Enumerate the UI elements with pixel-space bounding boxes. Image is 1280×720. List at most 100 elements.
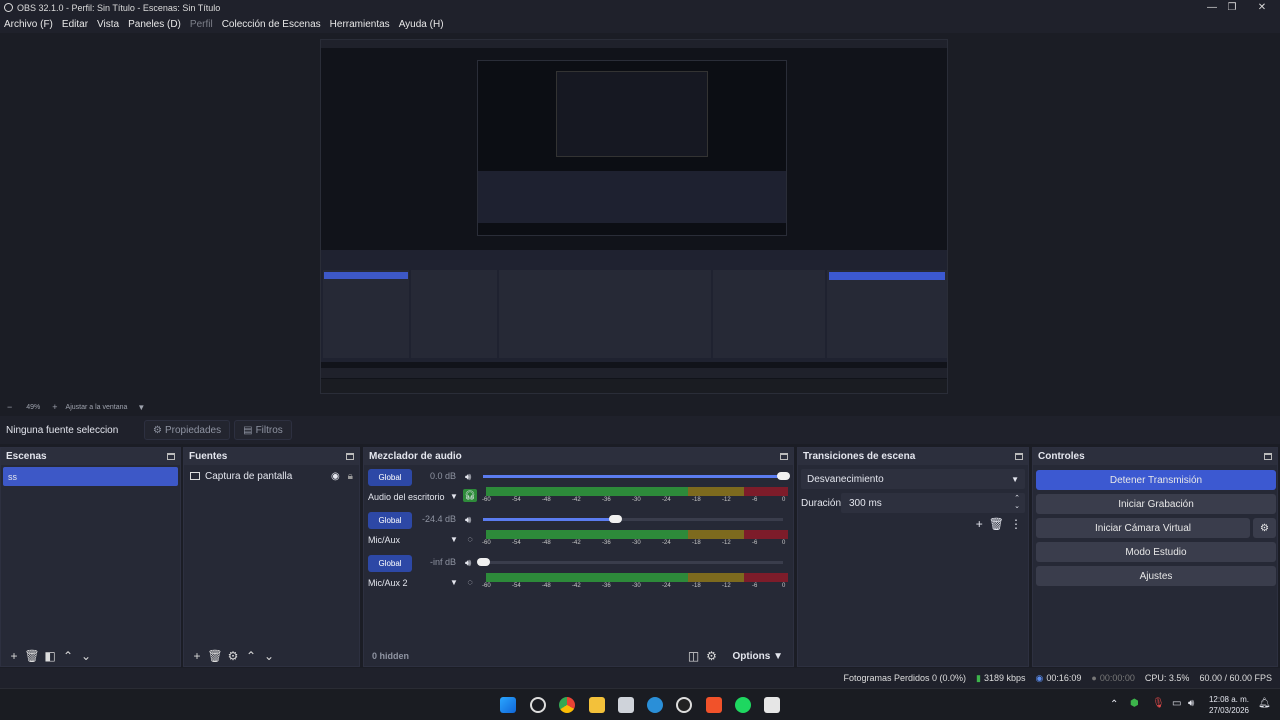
eye-icon[interactable]: ◉ [331,471,340,482]
chevron-down-icon: ▼ [1011,474,1019,484]
start-virtual-cam-button[interactable]: Iniciar Cámara Virtual [1036,518,1250,538]
tray-network-icon[interactable]: ▭ [1172,698,1181,709]
settings-button[interactable]: Ajustes [1036,566,1276,586]
up-icon[interactable]: ⌃ [242,648,260,664]
spin-arrows-icon[interactable]: ⌃ ⌄ [1014,495,1020,511]
zoom-out-button[interactable]: − [7,402,12,412]
duration-spinbox[interactable]: 300 ms ⌃ ⌄ [841,493,1025,513]
spotify-icon[interactable] [735,697,751,713]
add-icon[interactable]: + [188,648,206,664]
filter-icon[interactable]: ◧ [41,648,59,664]
mixer-channel: Global -inf dB Mic/Aux 2 ▼ 🔊︎ ◌ -60 -54 -48 -42 -3… [364,554,793,596]
meter-tick-label: -54 [512,540,521,546]
menu-coleccion[interactable]: Colección de Escenas [222,19,321,30]
menu-editar[interactable]: Editar [62,19,88,30]
app-icon[interactable] [764,697,780,713]
folder-icon[interactable] [589,697,605,713]
popout-icon[interactable] [1015,453,1023,460]
channel-name: Mic/Aux 2 [368,578,408,588]
speaker-icon[interactable]: 🔊︎ [465,472,471,483]
tray-chevron-icon[interactable]: ⌃ [1110,699,1118,710]
up-icon[interactable]: ⌃ [59,648,77,664]
studio-mode-button[interactable]: Modo Estudio [1036,542,1276,562]
popout-icon[interactable] [167,453,175,460]
settings-icon[interactable]: ⚙ [703,648,721,664]
speaker-icon[interactable]: 🔊︎ [465,515,471,526]
close-button[interactable]: ✕ [1245,0,1279,15]
search-icon[interactable] [530,697,546,713]
meter-tick-label: -42 [572,540,581,546]
filters-button[interactable]: ▤ Filtros [234,420,292,440]
notification-icon[interactable]: 🔔︎ [1258,698,1271,709]
volume-handle[interactable] [777,472,790,480]
volume-handle[interactable] [477,558,490,566]
meter-tick-label: -18 [692,583,701,589]
channel-name: Mic/Aux [368,535,401,545]
bitrate: 3189 kbps [983,673,1026,683]
steam-icon[interactable] [647,697,663,713]
menu-vista[interactable]: Vista [97,19,119,30]
chevron-down-icon[interactable]: ▼ [450,492,458,501]
context-bar: Ninguna fuente seleccionada ⚙Propiedades… [0,416,1280,444]
down-icon[interactable]: ⌄ [260,648,278,664]
popout-icon[interactable] [1264,453,1272,460]
menu-perfil[interactable]: Perfil [190,19,213,30]
menu-ayuda[interactable]: Ayuda (H) [399,19,444,30]
mixer-toolbar: 0 hidden ◫ ⚙ Options ▼ [364,646,793,666]
popout-icon[interactable] [346,453,354,460]
popout-icon[interactable] [780,453,788,460]
source-item[interactable]: Captura de pantalla ◉ 🔒︎ [184,465,359,487]
maximize-button[interactable]: ❐ [1215,0,1249,15]
transition-select[interactable]: Desvanecimiento ▼ [801,469,1025,489]
stop-stream-button[interactable]: Detener Transmisión [1036,470,1276,490]
preview-canvas[interactable] [320,39,948,394]
clock[interactable]: 12:08 a. m. 27/03/2026 [1205,694,1253,716]
volume-track[interactable] [483,561,783,564]
obs-icon[interactable] [676,697,692,713]
layout-icon[interactable]: ◫ [685,648,703,664]
monitor-icon[interactable]: 🎧︎ [463,489,477,502]
tray-shield-icon[interactable]: ⬢ [1130,698,1139,709]
meter-tick-label: -30 [632,583,641,589]
cpu-usage: CPU: 3.5% [1144,673,1190,683]
clock-date: 27/03/2026 [1208,706,1250,715]
virtual-cam-settings-button[interactable]: ⚙ [1253,518,1276,538]
scenes-toolbar: + 🗑 ◧ ⌃ ⌄ [1,646,180,666]
monitor-icon[interactable]: ◌ [463,532,477,545]
windows-start-icon[interactable] [500,697,516,713]
trash-icon[interactable]: 🗑 [206,648,224,664]
more-icon[interactable]: ⋮ [1010,517,1022,531]
properties-button[interactable]: ⚙ Propiedades [144,420,231,440]
zoom-in-button[interactable]: + [52,402,57,412]
chevron-down-icon[interactable]: ▼ [137,403,145,412]
trash-icon[interactable]: 🗑 [989,517,1004,531]
brave-icon[interactable] [706,697,722,713]
chrome-icon[interactable] [559,697,575,713]
monitor-icon[interactable]: ◌ [463,575,477,588]
volume-handle[interactable] [609,515,622,523]
add-icon[interactable]: + [5,648,23,664]
add-icon[interactable]: + [976,517,983,531]
menu-paneles[interactable]: Paneles (D) [128,19,181,30]
trash-icon[interactable]: 🗑 [23,648,41,664]
duration-row: Duración 300 ms ⌃ ⌄ [798,493,1028,513]
scene-item[interactable]: ss [3,467,178,486]
gear-icon[interactable]: ⚙ [224,648,242,664]
chevron-down-icon[interactable]: ▼ [450,535,458,544]
menu-archivo[interactable]: Archivo (F) [4,19,53,30]
options-button[interactable]: Options ▼ [733,651,783,662]
menu-herramientas[interactable]: Herramientas [330,19,390,30]
chevron-down-icon[interactable]: ▼ [450,578,458,587]
lock-icon[interactable]: 🔒︎ [348,471,353,482]
start-recording-button[interactable]: Iniciar Grabación [1036,494,1276,514]
zoom-fit-label[interactable]: Ajustar a la ventana [66,404,128,411]
store-icon[interactable] [618,697,634,713]
tray-volume-icon[interactable]: 🔊︎ [1188,698,1194,709]
down-icon[interactable]: ⌄ [77,648,95,664]
monitor-icon [190,472,200,480]
tray-mic-icon[interactable]: 🎙︎ [1152,698,1165,709]
meter-tick-label: -18 [692,497,701,503]
speaker-icon[interactable]: 🔊︎ [465,558,471,569]
menu-bar: Archivo (F) Editar Vista Paneles (D) Per… [0,15,1280,33]
zoom-percent: 49% [26,403,41,411]
